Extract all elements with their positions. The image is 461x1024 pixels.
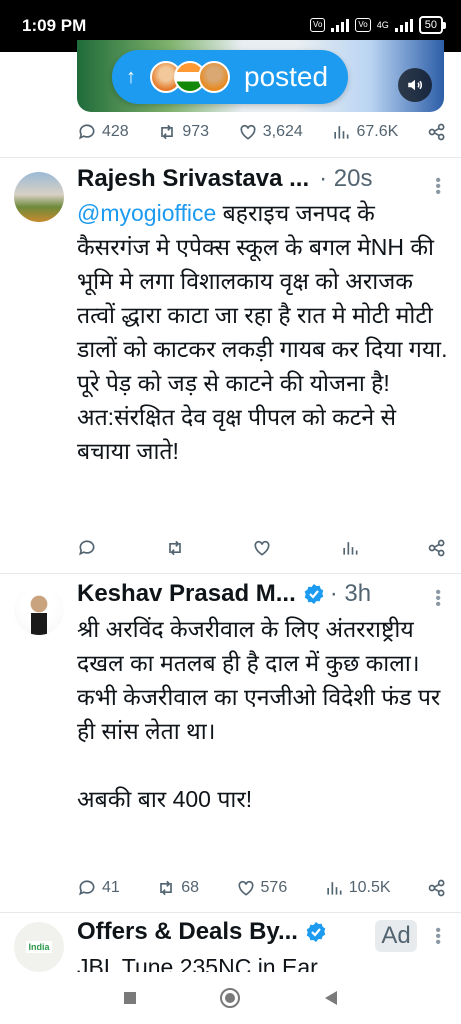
repost-icon bbox=[161, 124, 174, 140]
ad-badge: Ad bbox=[375, 920, 417, 952]
tweet-text: श्री अरविंद केजरीवाल के लिए अंतरराष्ट्री… bbox=[77, 612, 452, 816]
repost-button[interactable]: 68 bbox=[156, 878, 199, 898]
home-button[interactable] bbox=[210, 978, 250, 1018]
share-icon bbox=[428, 879, 445, 897]
back-triangle-icon bbox=[324, 991, 337, 1005]
share-button[interactable] bbox=[427, 878, 447, 898]
views-icon bbox=[342, 542, 357, 555]
signal-icon bbox=[331, 18, 350, 32]
reply-count: 41 bbox=[102, 879, 120, 896]
tweet-text-main: बहराइच जनपद के कैसरगंज मे एपेक्स स्कूल क… bbox=[77, 200, 448, 396]
reply-icon bbox=[79, 540, 95, 556]
post-time: · 20s bbox=[319, 165, 373, 192]
heart-icon bbox=[238, 880, 254, 896]
avatar[interactable] bbox=[14, 585, 64, 635]
more-options-icon[interactable]: • • • bbox=[435, 585, 441, 613]
network-type: 4G bbox=[376, 20, 389, 30]
divider bbox=[0, 573, 461, 574]
tweet-text: @myogioffice बहराइच जनपद के कैसरगंज मे ए… bbox=[77, 196, 452, 468]
repost-icon bbox=[168, 540, 181, 556]
system-nav-bar bbox=[0, 972, 461, 1024]
author-name[interactable]: Offers & Deals By... bbox=[77, 918, 298, 946]
volte-icon-2: Vo bbox=[355, 18, 371, 32]
volte-icon: Vo bbox=[310, 18, 326, 32]
reply-icon bbox=[79, 880, 95, 896]
battery-icon: 50 bbox=[418, 16, 447, 34]
tweet-text-tail: अबकी बार 400 पार! bbox=[77, 786, 253, 812]
back-button[interactable] bbox=[311, 978, 351, 1018]
share-button[interactable] bbox=[427, 538, 447, 558]
more-options-icon[interactable]: • • • bbox=[435, 923, 441, 951]
tweet-actions: 41 68 576 10.5K bbox=[77, 878, 447, 898]
avatar[interactable]: India bbox=[14, 922, 64, 972]
circle-icon bbox=[220, 988, 241, 1008]
tweet-text: JBL Tune 235NC in Ear bbox=[77, 950, 452, 972]
tweet-actions bbox=[77, 538, 447, 558]
tweet-text-tail: अत:संरक्षित देव वृक्ष पीपल को कटने से बच… bbox=[77, 404, 397, 464]
share-button[interactable] bbox=[427, 122, 447, 142]
tweet-header: Keshav Prasad M... · 3h bbox=[77, 580, 447, 608]
posted-label: posted bbox=[244, 61, 329, 92]
more-options-icon[interactable]: • • • bbox=[435, 173, 441, 201]
like-button[interactable]: 3,624 bbox=[238, 122, 303, 142]
like-count: 3,624 bbox=[262, 123, 303, 140]
like-button[interactable]: 576 bbox=[236, 878, 288, 898]
post-time: · 3h bbox=[329, 580, 372, 607]
like-button[interactable] bbox=[252, 538, 272, 558]
tweet-text-main: श्री अरविंद केजरीवाल के लिए अंतरराष्ट्री… bbox=[77, 616, 441, 744]
top-post-actions: 428 973 3,624 67.6K bbox=[77, 122, 447, 142]
status-icons: Vo Vo 4G 50 bbox=[310, 16, 447, 34]
views-button[interactable]: 10.5K bbox=[324, 878, 391, 898]
share-icon bbox=[428, 123, 445, 141]
views-button[interactable] bbox=[340, 538, 360, 558]
repost-icon bbox=[160, 880, 173, 896]
recent-apps-button[interactable] bbox=[110, 978, 150, 1018]
volume-icon[interactable] bbox=[398, 68, 432, 102]
reply-icon bbox=[79, 124, 95, 140]
reply-button[interactable] bbox=[77, 538, 97, 558]
square-icon bbox=[124, 992, 137, 1004]
author-name[interactable]: Keshav Prasad M... bbox=[77, 580, 296, 608]
reply-count: 428 bbox=[102, 123, 129, 140]
reply-button[interactable]: 428 bbox=[77, 122, 129, 142]
arrow-up-icon: ↑ bbox=[126, 65, 136, 88]
verified-badge-icon bbox=[304, 584, 324, 604]
tweet-header: Rajesh Srivastava ... · 20s bbox=[77, 165, 447, 193]
author-name[interactable]: Rajesh Srivastava ... bbox=[77, 165, 309, 193]
repost-count: 68 bbox=[181, 879, 200, 896]
views-icon bbox=[334, 126, 349, 139]
new-posts-pill[interactable]: ↑ posted bbox=[112, 50, 348, 104]
views-button[interactable]: 67.6K bbox=[331, 122, 398, 142]
reply-button[interactable]: 41 bbox=[77, 878, 120, 898]
share-icon bbox=[428, 539, 445, 557]
avatar[interactable] bbox=[14, 172, 64, 222]
repost-button[interactable]: 973 bbox=[157, 122, 209, 142]
views-icon bbox=[327, 882, 342, 895]
verified-badge-icon bbox=[306, 922, 326, 942]
repost-button[interactable] bbox=[165, 538, 185, 558]
views-count: 67.6K bbox=[356, 123, 399, 140]
status-time: 1:09 PM bbox=[22, 16, 87, 35]
views-count: 10.5K bbox=[348, 879, 391, 896]
heart-icon bbox=[254, 540, 270, 556]
signal-icon-2 bbox=[394, 18, 413, 32]
tweet-text-main: JBL Tune 235NC in Ear bbox=[77, 954, 318, 972]
divider bbox=[0, 912, 461, 913]
repost-count: 973 bbox=[182, 123, 210, 140]
advertiser-logo: India bbox=[26, 941, 52, 953]
poster-avatars bbox=[150, 61, 230, 93]
heart-icon bbox=[240, 124, 256, 140]
divider bbox=[0, 157, 461, 158]
like-count: 576 bbox=[260, 879, 288, 896]
mention-link[interactable]: @myogioffice bbox=[77, 200, 216, 226]
